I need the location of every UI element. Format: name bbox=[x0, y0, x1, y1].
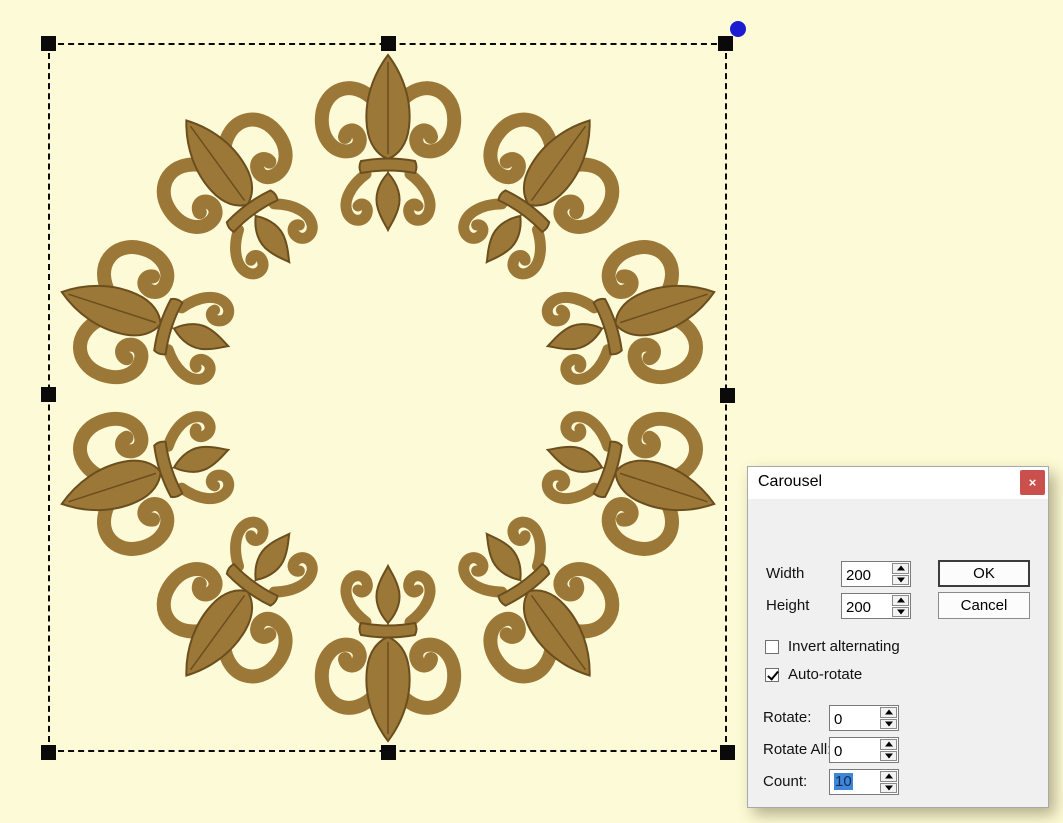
auto-rotate-label: Auto-rotate bbox=[788, 666, 862, 683]
height-spinner bbox=[891, 594, 910, 618]
dialog-titlebar[interactable]: Carousel × bbox=[748, 467, 1048, 499]
height-spin-up-icon[interactable] bbox=[892, 595, 909, 606]
selection-handle-top-right[interactable] bbox=[718, 36, 733, 51]
rotate-input[interactable] bbox=[830, 706, 879, 730]
rotate-field bbox=[829, 705, 899, 731]
selection-handle-top-left[interactable] bbox=[41, 36, 56, 51]
count-spin-down-icon[interactable] bbox=[880, 783, 897, 794]
rotate-label: Rotate: bbox=[763, 709, 811, 726]
count-label: Count: bbox=[763, 773, 807, 790]
dialog-body: Width OK Height Cancel Invert alternatin… bbox=[748, 499, 1048, 809]
height-spin-down-icon[interactable] bbox=[892, 607, 909, 618]
count-selected-text: 10 bbox=[834, 773, 853, 790]
rotate-all-input[interactable] bbox=[830, 738, 879, 762]
width-spinner bbox=[891, 562, 910, 586]
invert-alternating-row: Invert alternating bbox=[765, 638, 900, 655]
count-spinner bbox=[879, 770, 898, 794]
rotate-spin-up-icon[interactable] bbox=[880, 707, 897, 718]
cancel-button[interactable]: Cancel bbox=[938, 592, 1030, 619]
rotate-spin-down-icon[interactable] bbox=[880, 719, 897, 730]
invert-alternating-label: Invert alternating bbox=[788, 638, 900, 655]
rotate-all-spin-down-icon[interactable] bbox=[880, 751, 897, 762]
close-icon[interactable]: × bbox=[1020, 470, 1045, 495]
width-spin-down-icon[interactable] bbox=[892, 575, 909, 586]
rotate-spinner bbox=[879, 706, 898, 730]
rotate-all-label: Rotate All: bbox=[763, 741, 831, 758]
height-field bbox=[841, 593, 911, 619]
count-input[interactable]: 10 bbox=[830, 770, 879, 794]
carousel-dialog: Carousel × Width OK Height Cancel Invert… bbox=[747, 466, 1049, 808]
height-input[interactable] bbox=[842, 594, 891, 618]
rotate-all-spinner bbox=[879, 738, 898, 762]
height-label: Height bbox=[766, 597, 809, 614]
selection-handle-middle-right[interactable] bbox=[720, 388, 735, 403]
selection-handle-bottom-right[interactable] bbox=[720, 745, 735, 760]
width-field bbox=[841, 561, 911, 587]
selection-handle-top-middle[interactable] bbox=[381, 36, 396, 51]
selection-box[interactable] bbox=[48, 43, 727, 752]
count-field: 10 bbox=[829, 769, 899, 795]
ok-button[interactable]: OK bbox=[938, 560, 1030, 587]
width-spin-up-icon[interactable] bbox=[892, 563, 909, 574]
dialog-title: Carousel bbox=[758, 473, 822, 491]
width-input[interactable] bbox=[842, 562, 891, 586]
selection-handle-bottom-left[interactable] bbox=[41, 745, 56, 760]
auto-rotate-row: Auto-rotate bbox=[765, 666, 862, 683]
width-label: Width bbox=[766, 565, 804, 582]
selection-handle-bottom-middle[interactable] bbox=[381, 745, 396, 760]
selection-handle-middle-left[interactable] bbox=[41, 387, 56, 402]
auto-rotate-checkbox[interactable] bbox=[765, 668, 779, 682]
count-spin-up-icon[interactable] bbox=[880, 771, 897, 782]
rotate-all-spin-up-icon[interactable] bbox=[880, 739, 897, 750]
invert-alternating-checkbox[interactable] bbox=[765, 640, 779, 654]
rotate-all-field bbox=[829, 737, 899, 763]
rotation-handle[interactable] bbox=[730, 21, 746, 37]
